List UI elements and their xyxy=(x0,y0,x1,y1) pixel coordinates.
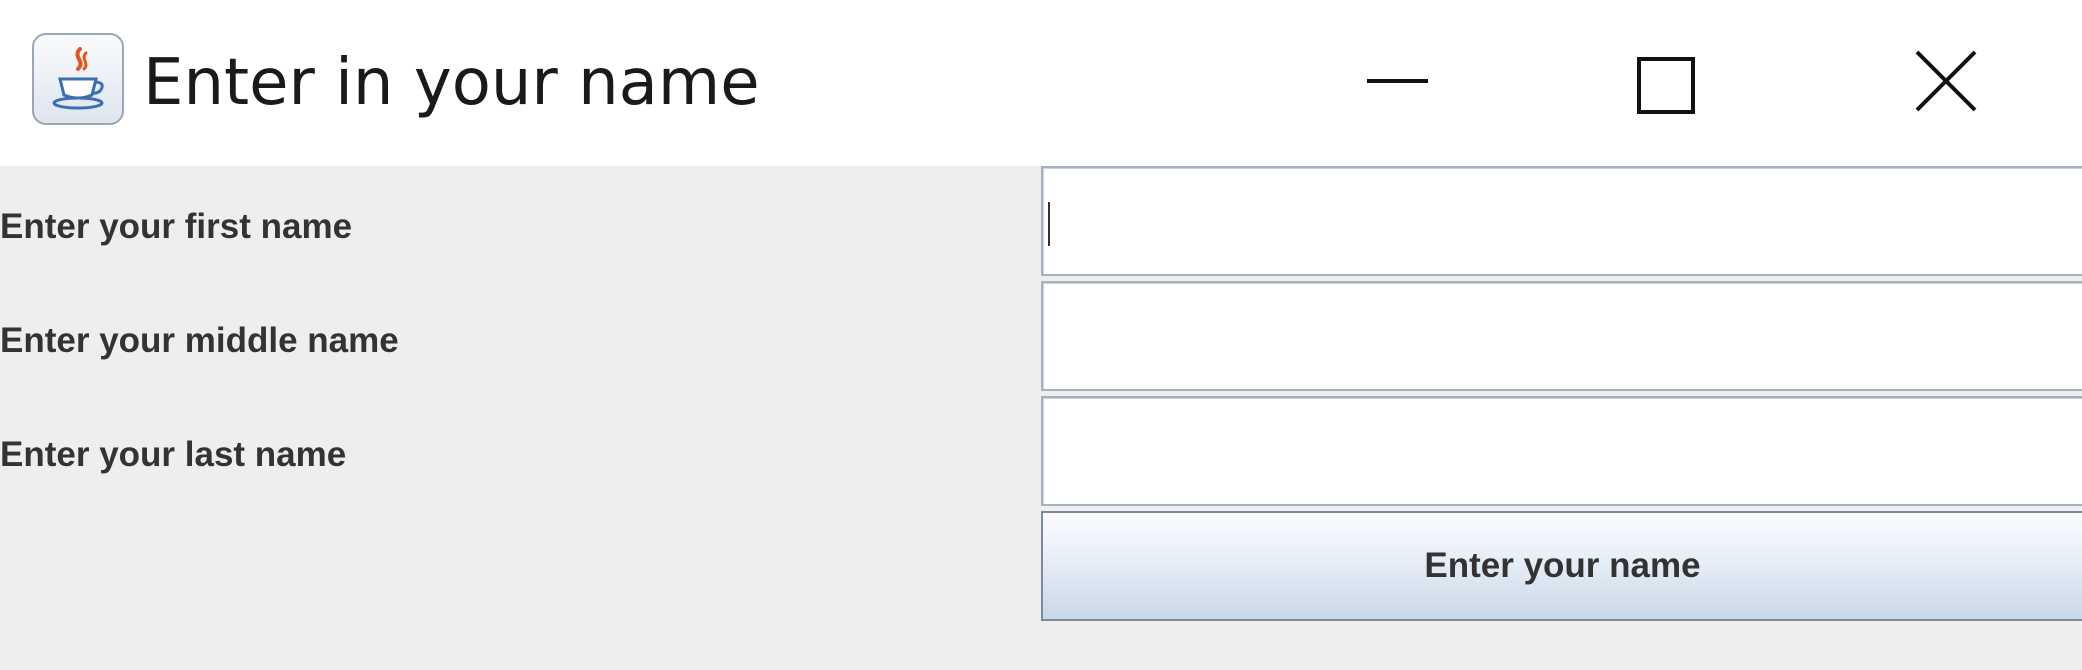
middle-name-label: Enter your middle name xyxy=(0,321,399,360)
close-button[interactable] xyxy=(1883,20,2013,150)
close-icon xyxy=(1915,50,1977,112)
enter-name-button[interactable]: Enter your name xyxy=(1041,511,2082,621)
last-name-input[interactable] xyxy=(1041,396,2082,506)
minimize-button[interactable] xyxy=(1332,20,1462,150)
minimize-icon xyxy=(1367,79,1428,83)
maximize-icon xyxy=(1637,57,1695,114)
last-name-label: Enter your last name xyxy=(0,435,347,474)
java-cup-icon[interactable] xyxy=(32,33,124,125)
app-window: Enter in your name Enter your first name… xyxy=(0,0,2082,670)
text-caret xyxy=(1048,202,1050,246)
title-bar[interactable]: Enter in your name xyxy=(0,0,2082,166)
middle-name-input[interactable] xyxy=(1041,281,2082,391)
maximize-button[interactable] xyxy=(1602,20,1732,150)
window-title: Enter in your name xyxy=(143,46,760,120)
first-name-input[interactable] xyxy=(1041,166,2082,276)
first-name-label: Enter your first name xyxy=(0,207,353,246)
form-panel: Enter your first name Enter your middle … xyxy=(0,166,2082,670)
